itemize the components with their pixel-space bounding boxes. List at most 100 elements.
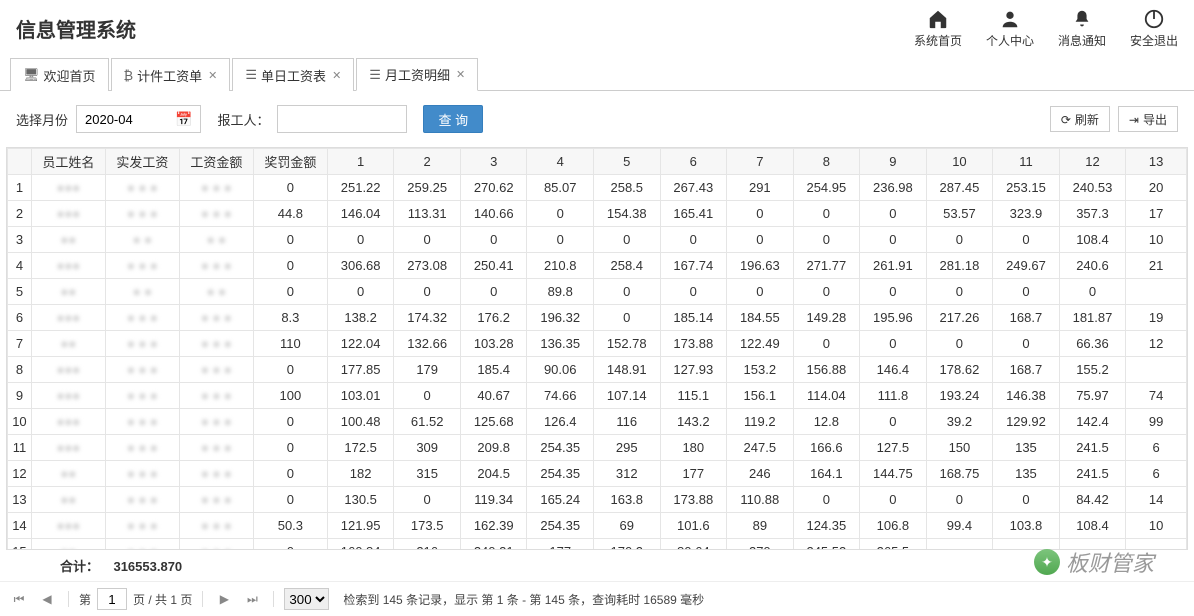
cell-day-10: 281.18 bbox=[926, 253, 993, 279]
cell-day-7: 246 bbox=[727, 461, 794, 487]
cell-wage: ● ● ● bbox=[179, 539, 253, 550]
col-day-7: 7 bbox=[727, 149, 794, 175]
table-row[interactable]: 15●●● ● ●● ● ●0160.84216240.21177170.280… bbox=[8, 539, 1187, 550]
cell-day-9: 0 bbox=[860, 227, 927, 253]
col-day-9: 9 bbox=[860, 149, 927, 175]
cell-paid: ● ● ● bbox=[105, 513, 179, 539]
table-row[interactable]: 12●●● ● ●● ● ●0182315204.5254.3531217724… bbox=[8, 461, 1187, 487]
table-row[interactable]: 7●●● ● ●● ● ●110122.04132.66103.28136.35… bbox=[8, 331, 1187, 357]
cell-bonus: 0 bbox=[253, 461, 327, 487]
table-row[interactable]: 5●●● ●● ●000089.800000000 bbox=[8, 279, 1187, 305]
close-icon[interactable]: ✕ bbox=[332, 69, 341, 82]
cell-day-5: 116 bbox=[594, 409, 661, 435]
calendar-icon[interactable]: 📅 bbox=[171, 111, 196, 128]
tab-月工资明细[interactable]: ☰月工资明细✕ bbox=[356, 58, 478, 91]
cell-day-9: 127.5 bbox=[860, 435, 927, 461]
person-input[interactable] bbox=[277, 105, 407, 133]
table-row[interactable]: 10●●●● ● ●● ● ●0100.4861.52125.68126.411… bbox=[8, 409, 1187, 435]
export-button[interactable]: ⇥导出 bbox=[1118, 106, 1178, 132]
cell-day-2: 0 bbox=[394, 383, 461, 409]
pager-prev-button[interactable]: ◀ bbox=[36, 588, 58, 610]
table-row[interactable]: 2●●●● ● ●● ● ●44.8146.04113.31140.660154… bbox=[8, 201, 1187, 227]
cell-day-6: 101.6 bbox=[660, 513, 727, 539]
close-icon[interactable]: ✕ bbox=[208, 69, 217, 82]
cell-day-1: 103.01 bbox=[327, 383, 394, 409]
cell-bonus: 0 bbox=[253, 279, 327, 305]
pager-next-button[interactable]: ▶ bbox=[213, 588, 235, 610]
cell-day-8: 0 bbox=[793, 331, 860, 357]
nav-bell[interactable]: 消息通知 bbox=[1058, 8, 1106, 49]
table-row[interactable]: 6●●●● ● ●● ● ●8.3138.2174.32176.2196.320… bbox=[8, 305, 1187, 331]
pager-page-input[interactable] bbox=[97, 588, 127, 610]
cell-name: ●●● bbox=[31, 435, 105, 461]
cell-bonus: 44.8 bbox=[253, 201, 327, 227]
cell-day-1: 160.84 bbox=[327, 539, 394, 550]
col-day-10: 10 bbox=[926, 149, 993, 175]
cell-bonus: 0 bbox=[253, 175, 327, 201]
cell-day-1: 122.04 bbox=[327, 331, 394, 357]
cell-day-5: 163.8 bbox=[594, 487, 661, 513]
user-icon bbox=[999, 8, 1021, 30]
cell-day-8: 156.88 bbox=[793, 357, 860, 383]
table-row[interactable]: 4●●●● ● ●● ● ●0306.68273.08250.41210.825… bbox=[8, 253, 1187, 279]
cell-day-9: 0 bbox=[860, 201, 927, 227]
pager-first-button[interactable]: ⏮ bbox=[8, 588, 30, 610]
cell-day-10: 217.26 bbox=[926, 305, 993, 331]
refresh-button[interactable]: ⟳刷新 bbox=[1050, 106, 1110, 132]
cell-day-4: 0 bbox=[527, 227, 594, 253]
cell-day-6: 0 bbox=[660, 279, 727, 305]
cell-day-11: 0 bbox=[993, 279, 1060, 305]
pager-last-button[interactable]: ⏭ bbox=[241, 588, 263, 610]
cell-day-11: 103.8 bbox=[993, 513, 1060, 539]
table-row[interactable]: 11●●●● ● ●● ● ●0172.5309209.8254.3529518… bbox=[8, 435, 1187, 461]
cell-day-5: 107.14 bbox=[594, 383, 661, 409]
pager-pagesize-select[interactable]: 300 bbox=[284, 588, 329, 610]
cell-name: ●●● bbox=[31, 305, 105, 331]
tab-欢迎首页[interactable]: 🖥欢迎首页 bbox=[10, 58, 109, 91]
col-day-5: 5 bbox=[594, 149, 661, 175]
month-input[interactable] bbox=[81, 106, 171, 132]
cell-day-1: 177.85 bbox=[327, 357, 394, 383]
cell-day-4: 165.24 bbox=[527, 487, 594, 513]
cell-day-6: 143.2 bbox=[660, 409, 727, 435]
close-icon[interactable]: ✕ bbox=[456, 68, 465, 81]
cell-day-2: 309 bbox=[394, 435, 461, 461]
cell-day-11: 129.92 bbox=[993, 409, 1060, 435]
table-row[interactable]: 3●●● ●● ●000000000000108.410 bbox=[8, 227, 1187, 253]
cell-day-6: 173.88 bbox=[660, 331, 727, 357]
cell-day-12: 84.42 bbox=[1059, 487, 1126, 513]
cell-bonus: 0 bbox=[253, 409, 327, 435]
table-row[interactable]: 13●●● ● ●● ● ●0130.50119.34165.24163.817… bbox=[8, 487, 1187, 513]
cell-day-6: 115.1 bbox=[660, 383, 727, 409]
month-input-wrap[interactable]: 📅 bbox=[76, 105, 201, 133]
nav-power[interactable]: 安全退出 bbox=[1130, 8, 1178, 49]
cell-bonus: 0 bbox=[253, 227, 327, 253]
cell-day-6: 173.88 bbox=[660, 487, 727, 513]
table-row[interactable]: 9●●●● ● ●● ● ●100103.01040.6774.66107.14… bbox=[8, 383, 1187, 409]
nav-home[interactable]: 系统首页 bbox=[914, 8, 962, 49]
cell-day-11: 135 bbox=[993, 435, 1060, 461]
cell-rownum: 9 bbox=[8, 383, 32, 409]
table-row[interactable]: 1●●●● ● ●● ● ●0251.22259.25270.6285.0725… bbox=[8, 175, 1187, 201]
cell-day-8: 114.04 bbox=[793, 383, 860, 409]
nav-user[interactable]: 个人中心 bbox=[986, 8, 1034, 49]
cell-day-2: 113.31 bbox=[394, 201, 461, 227]
table-row[interactable]: 8●●●● ● ●● ● ●0177.85179185.490.06148.91… bbox=[8, 357, 1187, 383]
wechat-icon: ✦ bbox=[1034, 549, 1060, 575]
tab-单日工资表[interactable]: ☰单日工资表✕ bbox=[232, 58, 354, 91]
cell-day-12: 155.2 bbox=[1059, 357, 1126, 383]
cell-paid: ● ● ● bbox=[105, 435, 179, 461]
tab-计件工资单[interactable]: ₿计件工资单✕ bbox=[111, 58, 231, 91]
cell-day-2: 216 bbox=[394, 539, 461, 550]
query-button[interactable]: 查 询 bbox=[423, 105, 483, 133]
cell-day-10: 178.62 bbox=[926, 357, 993, 383]
cell-day-13: 14 bbox=[1126, 487, 1187, 513]
table-row[interactable]: 14●●●● ● ●● ● ●50.3121.95173.5162.39254.… bbox=[8, 513, 1187, 539]
cell-day-1: 182 bbox=[327, 461, 394, 487]
cell-rownum: 3 bbox=[8, 227, 32, 253]
cell-rownum: 15 bbox=[8, 539, 32, 550]
cell-day-11: 0 bbox=[993, 331, 1060, 357]
cell-day-2: 0 bbox=[394, 279, 461, 305]
cell-day-13: 19 bbox=[1126, 305, 1187, 331]
cell-day-3: 103.28 bbox=[460, 331, 527, 357]
